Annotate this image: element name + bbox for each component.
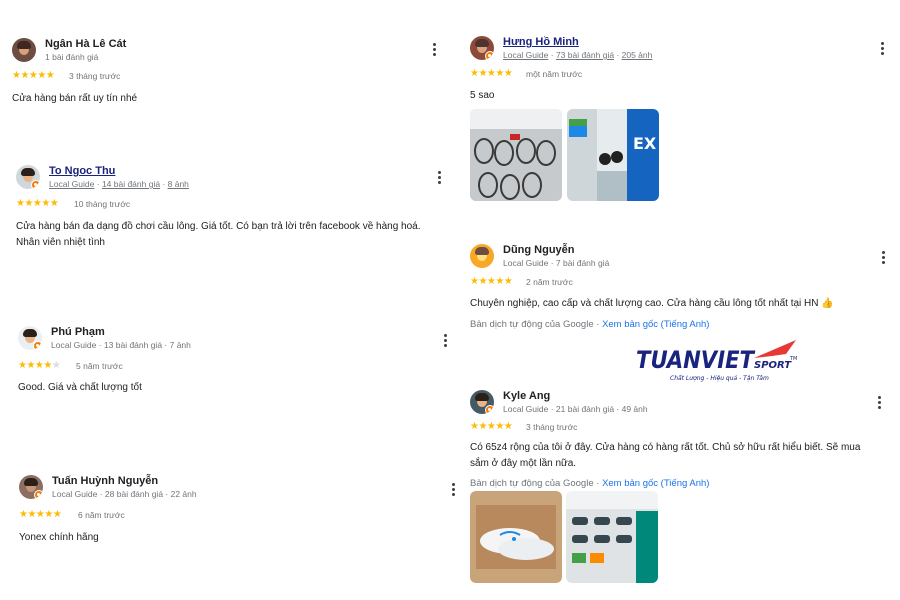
translation-label: Bản dịch tự động của Google ·: [470, 478, 600, 489]
star-rating: ★★★★★: [16, 198, 59, 209]
avatar[interactable]: [470, 390, 494, 414]
review-text: Yonex chính hãng: [19, 532, 99, 543]
photo-count-link[interactable]: 205 ảnh: [622, 50, 653, 60]
view-original-link[interactable]: Xem bản gốc (Tiếng Anh): [602, 478, 709, 489]
review-time: 6 năm trước: [78, 510, 125, 520]
review-photo[interactable]: EX: [567, 109, 659, 201]
review-photo[interactable]: [470, 109, 562, 201]
racket-wall-photo: [470, 109, 562, 201]
star-rating: ★★★★★: [18, 360, 61, 371]
reviewer-name[interactable]: To Ngoc Thu: [49, 165, 115, 177]
reviewer-meta: Local Guide · 7 bài đánh giá: [503, 258, 610, 268]
reviewer-meta: Local Guide · 13 bài đánh giá · 7 ảnh: [51, 340, 191, 350]
review-card: Kyle Ang Local Guide · 21 bài đánh giá ·…: [470, 390, 890, 590]
avatar[interactable]: [18, 326, 42, 350]
reviewer-name[interactable]: Ngân Hà Lê Cát: [45, 38, 126, 50]
reviewer-meta: Local Guide · 14 bài đánh giá · 8 ảnh: [49, 179, 189, 189]
more-options-icon[interactable]: [444, 334, 448, 349]
review-photo[interactable]: [566, 491, 658, 583]
star-rating: ★★★★★: [19, 509, 62, 520]
svg-text:SPORT: SPORT: [754, 360, 792, 371]
star-rating: ★★★★★: [470, 276, 513, 287]
review-card: Phú Phạm Local Guide · 13 bài đánh giá ·…: [18, 326, 448, 406]
reviewer-meta: Local Guide · 73 bài đánh giá · 205 ảnh: [503, 50, 653, 60]
review-text: Good. Giá và chất lượng tốt: [18, 382, 142, 393]
reviewer-meta: Local Guide · 28 bài đánh giá · 22 ảnh: [52, 489, 197, 499]
empty-star: ★: [51, 360, 61, 371]
review-card: Hưng Hồ Minh Local Guide · 73 bài đánh g…: [470, 36, 890, 206]
svg-text:TM: TM: [789, 356, 797, 362]
avatar[interactable]: [470, 36, 494, 60]
review-time: 3 tháng trước: [526, 422, 578, 432]
translation-note: Bản dịch tự động của Google · Xem bản gố…: [470, 478, 709, 489]
local-guide-badge-icon: [33, 341, 42, 350]
local-guide-label[interactable]: Local Guide: [503, 50, 548, 60]
reviewer-name[interactable]: Kyle Ang: [503, 390, 550, 402]
tuanviet-sport-logo: TUANVIET SPORT TM Chất Lượng - Hiệu quả …: [636, 340, 797, 382]
review-photo[interactable]: [470, 491, 562, 583]
review-card: To Ngoc Thu Local Guide · 14 bài đánh gi…: [16, 165, 446, 275]
review-text: Chuyên nghiệp, cao cấp và chất lượng cao…: [470, 298, 834, 309]
star-rating: ★★★★★: [12, 70, 55, 81]
review-count-link[interactable]: 73 bài đánh giá: [556, 50, 614, 60]
reviewer-name[interactable]: Dũng Nguyễn: [503, 244, 575, 256]
photo-count-link[interactable]: 8 ảnh: [168, 179, 189, 189]
avatar[interactable]: [470, 244, 494, 268]
review-time: 5 năm trước: [76, 361, 123, 371]
shop-shelf-photo: EX: [567, 109, 659, 201]
translation-label: Bản dịch tự động của Google ·: [470, 319, 600, 330]
review-time: 10 tháng trước: [74, 199, 131, 209]
review-count-link[interactable]: 14 bài đánh giá: [102, 179, 160, 189]
avatar[interactable]: [12, 38, 36, 62]
reviewer-meta: Local Guide · 21 bài đánh giá · 49 ảnh: [503, 404, 648, 414]
local-guide-badge-icon: [485, 405, 494, 414]
star-rating: ★★★★★: [470, 421, 513, 432]
translation-note: Bản dịch tự động của Google · Xem bản gố…: [470, 319, 709, 330]
reviewer-meta: 1 bài đánh giá: [45, 52, 99, 62]
local-guide-badge-icon: [31, 180, 40, 189]
review-text: Cửa hàng bán đa dạng đồ chơi cầu lông. G…: [16, 221, 421, 248]
review-text: Có 65z4 rộng của tôi ở đây. Cửa hàng có …: [470, 442, 861, 469]
review-text: Cửa hàng bán rất uy tín nhé: [12, 93, 138, 104]
more-options-icon[interactable]: [878, 396, 882, 411]
review-time: một năm trước: [526, 69, 583, 79]
filled-stars: ★★★★: [18, 360, 52, 371]
reviewer-name[interactable]: Phú Phạm: [51, 326, 105, 338]
local-guide-badge-icon: [485, 51, 494, 60]
avatar[interactable]: [16, 165, 40, 189]
local-guide-badge-icon: [34, 490, 43, 499]
review-card: Dũng Nguyễn Local Guide · 7 bài đánh giá…: [470, 244, 890, 339]
review-time: 3 tháng trước: [69, 71, 121, 81]
review-text: 5 sao: [470, 90, 495, 101]
review-card: Tuấn Huỳnh Nguyễn Local Guide · 28 bài đ…: [19, 475, 459, 555]
more-options-icon[interactable]: [433, 43, 437, 58]
local-guide-label[interactable]: Local Guide: [49, 179, 94, 189]
more-options-icon[interactable]: [881, 42, 885, 57]
reviewer-name[interactable]: Hưng Hồ Minh: [503, 36, 579, 48]
more-options-icon[interactable]: [452, 483, 456, 498]
star-rating: ★★★★★: [470, 68, 513, 79]
svg-text:TUANVIET: TUANVIET: [636, 346, 755, 374]
shoe-box-photo: [470, 491, 562, 583]
reviewer-name[interactable]: Tuấn Huỳnh Nguyễn: [52, 475, 158, 487]
review-card: Ngân Hà Lê Cát 1 bài đánh giá ★★★★★ 3 th…: [12, 38, 442, 118]
svg-text:EX: EX: [633, 134, 657, 153]
shoe-wall-photo: [566, 491, 658, 583]
view-original-link[interactable]: Xem bản gốc (Tiếng Anh): [602, 319, 709, 330]
more-options-icon[interactable]: [438, 171, 442, 186]
more-options-icon[interactable]: [882, 251, 886, 266]
svg-text:Chất Lượng - Hiệu quả - Tận Tâ: Chất Lượng - Hiệu quả - Tận Tâm: [670, 375, 769, 382]
avatar[interactable]: [19, 475, 43, 499]
review-time: 2 năm trước: [526, 277, 573, 287]
